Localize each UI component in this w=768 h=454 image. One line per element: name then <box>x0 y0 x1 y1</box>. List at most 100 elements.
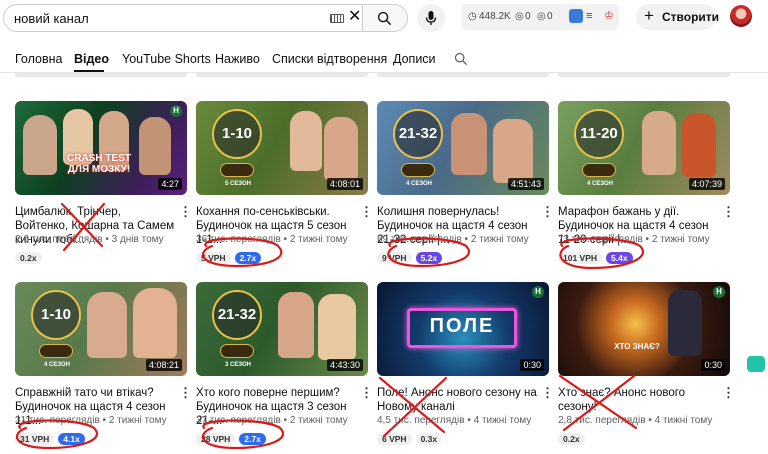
person-image <box>642 111 676 175</box>
tab-live[interactable]: Наживо <box>215 52 260 66</box>
keyboard-icon[interactable] <box>330 14 344 23</box>
person-image <box>139 117 171 175</box>
video-meta: 2,8 тис. переглядів • 4 тижні тому <box>558 415 713 426</box>
person-image <box>682 113 716 177</box>
dislikes-count: 0 <box>547 11 553 22</box>
trophy-icon[interactable]: ♔ <box>604 9 614 22</box>
video-meta: 36 тис. переглядів • 2 тижні тому <box>196 234 348 245</box>
show-logo <box>39 344 73 358</box>
video-meta: 37 тис. переглядів • 2 тижні тому <box>196 415 348 426</box>
duration: 4:07:39 <box>688 178 725 190</box>
previous-row-stub <box>558 73 730 78</box>
video-thumbnail[interactable]: ХТО ЗНАЄ? Н 0:30 <box>558 282 730 376</box>
person-image <box>87 292 127 358</box>
video-thumbnail[interactable]: CRASH TEST ДЛЯ МОЗКУ! Н 4:27 <box>15 101 187 195</box>
duration: 0:30 <box>520 359 544 371</box>
video-thumbnail[interactable]: ПОЛЕ Н 0:30 <box>377 282 549 376</box>
extension-logo-icon[interactable] <box>569 9 583 23</box>
channel-logo-icon: Н <box>170 105 182 117</box>
previous-row-stub <box>15 73 187 78</box>
video-thumbnail[interactable]: 21-32 3 СЕЗОН 4:43:30 <box>196 282 368 376</box>
voice-search-button[interactable] <box>417 4 445 32</box>
more-options-icon[interactable]: ⋮ <box>360 205 373 218</box>
stat-chips: 0.2x <box>558 429 589 445</box>
show-logo <box>582 163 616 177</box>
ratio-chip: 2.7x <box>234 252 262 264</box>
tab-videos[interactable]: Відео <box>74 52 109 66</box>
extension-stats[interactable]: ◷ 448.2K ◎ 0 ◎ 0 ≡ ♔ <box>461 4 619 30</box>
eye-icon: ◎ <box>515 11 524 22</box>
previous-row-stub <box>377 73 549 78</box>
ratio-chip: 5.4x <box>606 252 633 264</box>
tab-playlists[interactable]: Списки відтворення <box>272 52 387 66</box>
search-icon <box>377 11 392 26</box>
create-button[interactable]: + Створити <box>636 4 719 30</box>
more-options-icon[interactable]: ⋮ <box>541 205 554 218</box>
search-input[interactable]: новий канал ✕ <box>3 4 363 32</box>
thumbnail-overlay-text: ПОЛЕ <box>429 315 495 337</box>
show-logo <box>220 163 254 177</box>
show-logo <box>220 344 254 358</box>
vph-chip: 31 VPH <box>15 433 55 445</box>
person-image <box>278 292 314 358</box>
more-options-icon[interactable]: ⋮ <box>722 205 735 218</box>
eye-off-icon: ◎ <box>537 11 546 22</box>
episode-range-badge: 21-32 <box>393 109 443 159</box>
vph-chip: 101 VPH <box>558 252 603 264</box>
person-image <box>668 290 702 356</box>
search-icon[interactable] <box>454 52 468 66</box>
duration: 4:43:30 <box>326 359 363 371</box>
channel-logo-icon: Н <box>532 286 544 298</box>
ratio-chip: 0.2x <box>15 252 42 264</box>
ratio-chip: 0.2x <box>558 433 585 445</box>
stat-chips: 9 VPH 5.2x <box>377 248 446 264</box>
more-options-icon[interactable]: ⋮ <box>179 205 192 218</box>
season-label: 4 СЕЗОН <box>44 362 71 368</box>
show-logo <box>401 163 435 177</box>
tab-posts[interactable]: Дописи <box>393 52 436 66</box>
mic-icon <box>425 11 437 25</box>
avatar[interactable] <box>730 5 752 27</box>
episode-range-badge: 1-10 <box>212 109 262 159</box>
video-title[interactable]: Поле! Анонс нового сезону на Новому кана… <box>377 386 537 414</box>
season-label: 4 СЕЗОН <box>406 181 433 187</box>
stat-chips: 31 VPH 4.1x <box>15 429 89 445</box>
video-title[interactable]: Хто знає? Анонс нового сезону! <box>558 386 718 414</box>
ratio-chip: 4.1x <box>58 433 85 445</box>
person-image <box>133 288 177 358</box>
more-options-icon[interactable]: ⋮ <box>360 386 373 399</box>
thumbnail-overlay-text: ХТО ЗНАЄ? <box>614 342 660 351</box>
video-thumbnail[interactable]: 1-10 4 СЕЗОН 4:08:21 <box>15 282 187 376</box>
vph-chip: 9 VPH <box>377 252 412 264</box>
video-meta: 4,5 тис. переглядів • 4 тижні тому <box>377 415 532 426</box>
stat-chips: 28 VPH 2.7x <box>196 429 270 445</box>
video-thumbnail[interactable]: 21-32 4 СЕЗОН 4:51:43 <box>377 101 549 195</box>
season-label: 3 СЕЗОН <box>225 362 252 368</box>
chat-icon[interactable] <box>747 356 765 372</box>
video-meta: 2,6 тис. переглядів • 3 днів тому <box>15 234 164 245</box>
tab-home[interactable]: Головна <box>15 52 63 66</box>
video-meta: 73 тис. переглядів • 2 тижні тому <box>558 234 710 245</box>
search-button[interactable] <box>363 4 408 32</box>
duration: 4:51:43 <box>507 178 544 190</box>
more-options-icon[interactable]: ⋮ <box>722 386 735 399</box>
ratio-chip: 2.7x <box>239 433 266 445</box>
duration: 4:08:01 <box>326 178 363 190</box>
tab-shorts[interactable]: YouTube Shorts <box>122 52 211 66</box>
channel-logo-icon: Н <box>713 286 725 298</box>
person-image <box>451 113 487 175</box>
vph-chip: 28 VPH <box>196 433 236 445</box>
episode-range-badge: 21-32 <box>212 290 262 340</box>
person-image <box>23 115 57 175</box>
close-icon[interactable]: ✕ <box>348 9 361 25</box>
more-options-icon[interactable]: ⋮ <box>541 386 554 399</box>
more-options-icon[interactable]: ⋮ <box>179 386 192 399</box>
video-thumbnail[interactable]: 11-20 4 СЕЗОН 4:07:39 <box>558 101 730 195</box>
views-count: 448.2K <box>479 11 511 22</box>
person-image <box>324 117 358 181</box>
vph-chip: 5 VPH <box>196 252 231 264</box>
list-icon[interactable]: ≡ <box>586 10 592 22</box>
video-meta: 69 тис. переглядів • 2 тижні тому <box>377 234 529 245</box>
video-thumbnail[interactable]: 1-10 5 СЕЗОН 4:08:01 <box>196 101 368 195</box>
ratio-chip: 5.2x <box>415 252 443 264</box>
